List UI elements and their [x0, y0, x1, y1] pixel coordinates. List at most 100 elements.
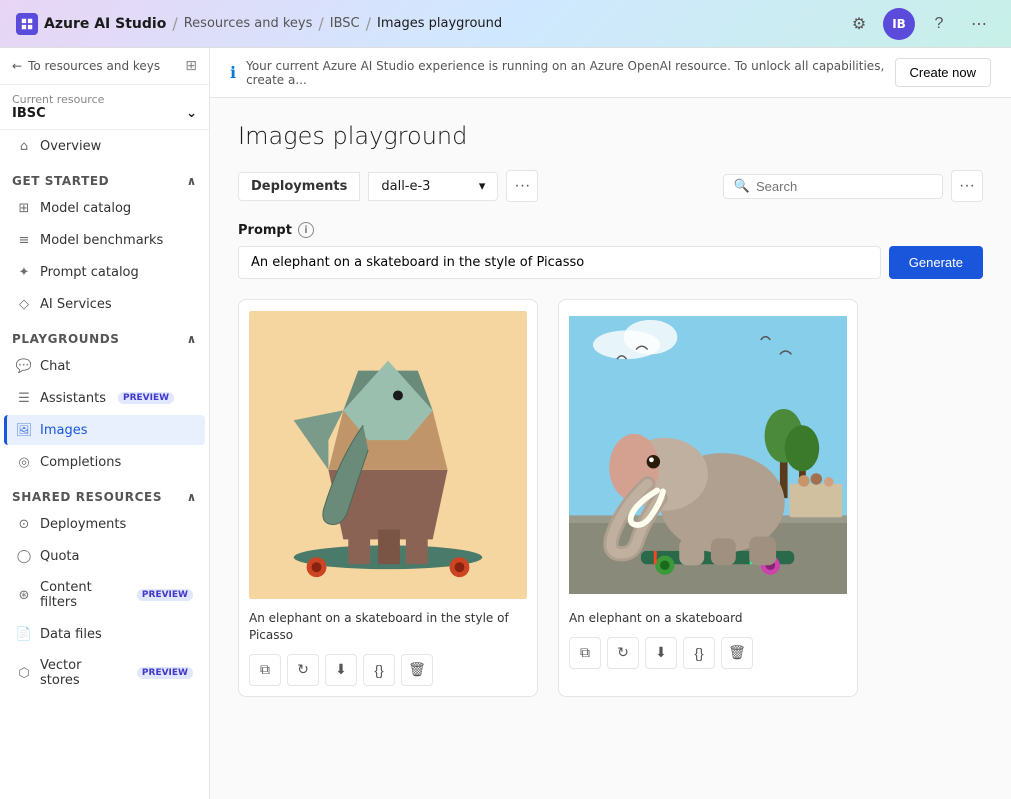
- playgrounds-header[interactable]: Playgrounds ∧: [12, 332, 197, 346]
- sidebar-item-images[interactable]: 🖼 Images: [4, 415, 205, 445]
- sidebar-item-model-catalog[interactable]: ⊞ Model catalog: [4, 193, 205, 223]
- get-started-header[interactable]: Get started ∧: [12, 174, 197, 188]
- prompt-input[interactable]: [238, 246, 881, 279]
- notification-icon: ℹ: [230, 63, 236, 82]
- notification-text: Your current Azure AI Studio experience …: [246, 59, 884, 87]
- search-box: 🔍: [723, 174, 943, 199]
- prompt-info-icon[interactable]: i: [298, 222, 314, 238]
- toolbar: Deployments dall-e-3 ▾ ··· 🔍 ···: [238, 170, 983, 202]
- sidebar-item-deployments[interactable]: ⊙ Deployments: [4, 509, 205, 539]
- brand-icon: [16, 13, 38, 35]
- search-input[interactable]: [756, 179, 932, 194]
- sidebar-item-quota[interactable]: ◯ Quota: [4, 541, 205, 571]
- shared-resources-label: Shared resources: [12, 490, 162, 504]
- sidebar-item-label: Completions: [40, 455, 121, 470]
- sidebar-item-label: Vector stores: [40, 658, 125, 688]
- home-icon: ⌂: [16, 138, 32, 154]
- sidebar-item-label: Overview: [40, 139, 101, 154]
- shared-resources-chevron: ∧: [187, 490, 197, 504]
- shared-resources-header[interactable]: Shared resources ∧: [12, 490, 197, 504]
- sidebar: ← To resources and keys ⊞ Current resour…: [0, 48, 210, 799]
- get-started-label: Get started: [12, 174, 109, 188]
- layout-icon: ⊞: [185, 58, 197, 74]
- chat-icon: 💬: [16, 358, 32, 374]
- sidebar-item-label: Deployments: [40, 517, 126, 532]
- image-card-0: An elephant on a skateboard in the style…: [238, 299, 538, 697]
- sidebar-item-label: Prompt catalog: [40, 265, 139, 280]
- image-caption-1: An elephant on a skateboard: [569, 610, 847, 627]
- download-button-1[interactable]: ⬇: [645, 637, 677, 669]
- resource-value[interactable]: IBSC ⌄: [12, 106, 197, 121]
- delete-button-0[interactable]: 🗑: [401, 654, 433, 686]
- playgrounds-label: Playgrounds: [12, 332, 120, 346]
- download-button-0[interactable]: ⬇: [325, 654, 357, 686]
- sidebar-item-chat[interactable]: 💬 Chat: [4, 351, 205, 381]
- copy-button-0[interactable]: ⧉: [249, 654, 281, 686]
- vector-stores-badge: PREVIEW: [137, 667, 193, 679]
- prompt-catalog-icon: ✦: [16, 264, 32, 280]
- sidebar-item-label: Content filters: [40, 580, 125, 610]
- deployments-icon: ⊙: [16, 516, 32, 532]
- chevron-down-icon: ▾: [479, 179, 486, 194]
- completions-icon: ◎: [16, 454, 32, 470]
- sidebar-item-data-files[interactable]: 📄 Data files: [4, 619, 205, 649]
- prompt-section: Prompt i Generate: [238, 222, 983, 279]
- refresh-button-0[interactable]: ↻: [287, 654, 319, 686]
- generate-button[interactable]: Generate: [889, 246, 983, 279]
- sidebar-item-assistants[interactable]: ☰ Assistants PREVIEW: [4, 383, 205, 413]
- json-button-0[interactable]: {}: [363, 654, 395, 686]
- image-caption-0: An elephant on a skateboard in the style…: [249, 610, 527, 644]
- breadcrumb-current: Images playground: [377, 16, 502, 31]
- prompt-label: Prompt i: [238, 222, 983, 238]
- image-picasso: [249, 310, 527, 600]
- quota-icon: ◯: [16, 548, 32, 564]
- back-to-resources[interactable]: ← To resources and keys ⊞: [0, 48, 209, 85]
- sidebar-item-label: Model benchmarks: [40, 233, 163, 248]
- playgrounds-chevron: ∧: [187, 332, 197, 346]
- brand[interactable]: Azure AI Studio: [16, 13, 166, 35]
- ai-services-icon: ◇: [16, 296, 32, 312]
- topnav-actions: ⚙ IB ? ⋯: [843, 8, 995, 40]
- toolbar-more-button[interactable]: ···: [506, 170, 538, 202]
- create-now-button[interactable]: Create now: [895, 58, 991, 87]
- topnav: Azure AI Studio / Resources and keys / I…: [0, 0, 1011, 48]
- model-benchmarks-icon: ≡: [16, 232, 32, 248]
- search-more-button[interactable]: ···: [951, 170, 983, 202]
- brand-name: Azure AI Studio: [44, 16, 166, 32]
- prompt-label-text: Prompt: [238, 223, 292, 238]
- page-content: Images playground Deployments dall-e-3 ▾…: [210, 98, 1011, 799]
- more-button[interactable]: ⋯: [963, 8, 995, 40]
- resource-selector[interactable]: Current resource IBSC ⌄: [0, 85, 209, 130]
- copy-button-1[interactable]: ⧉: [569, 637, 601, 669]
- sidebar-item-completions[interactable]: ◎ Completions: [4, 447, 205, 477]
- sidebar-item-model-benchmarks[interactable]: ≡ Model benchmarks: [4, 225, 205, 255]
- deployment-select[interactable]: dall-e-3 ▾: [368, 172, 498, 201]
- sidebar-item-overview[interactable]: ⌂ Overview: [4, 131, 205, 161]
- sidebar-item-prompt-catalog[interactable]: ✦ Prompt catalog: [4, 257, 205, 287]
- delete-button-1[interactable]: 🗑: [721, 637, 753, 669]
- resource-label: Current resource: [12, 93, 197, 106]
- sidebar-item-label: Assistants: [40, 391, 106, 406]
- assistants-icon: ☰: [16, 390, 32, 406]
- breadcrumb-resources[interactable]: Resources and keys: [184, 16, 313, 31]
- json-button-1[interactable]: {}: [683, 637, 715, 669]
- image-realistic: [569, 310, 847, 600]
- sidebar-item-vector-stores[interactable]: ⬡ Vector stores PREVIEW: [4, 651, 205, 695]
- refresh-button-1[interactable]: ↻: [607, 637, 639, 669]
- sidebar-item-label: AI Services: [40, 297, 112, 312]
- breadcrumb-ibsc[interactable]: IBSC: [330, 16, 360, 31]
- vector-stores-icon: ⬡: [16, 665, 32, 681]
- sidebar-item-content-filters[interactable]: ⊛ Content filters PREVIEW: [4, 573, 205, 617]
- back-icon: ←: [12, 59, 22, 73]
- image-actions-1: ⧉ ↻ ⬇ {} 🗑: [569, 637, 847, 669]
- help-button[interactable]: ?: [923, 8, 955, 40]
- data-files-icon: 📄: [16, 626, 32, 642]
- notification-bar: ℹ Your current Azure AI Studio experienc…: [210, 48, 1011, 98]
- avatar[interactable]: IB: [883, 8, 915, 40]
- content-filters-icon: ⊛: [16, 587, 32, 603]
- sidebar-item-ai-services[interactable]: ◇ AI Services: [4, 289, 205, 319]
- playgrounds-section: Playgrounds ∧: [0, 320, 209, 350]
- get-started-section: Get started ∧: [0, 162, 209, 192]
- settings-button[interactable]: ⚙: [843, 8, 875, 40]
- sidebar-item-label: Data files: [40, 627, 102, 642]
